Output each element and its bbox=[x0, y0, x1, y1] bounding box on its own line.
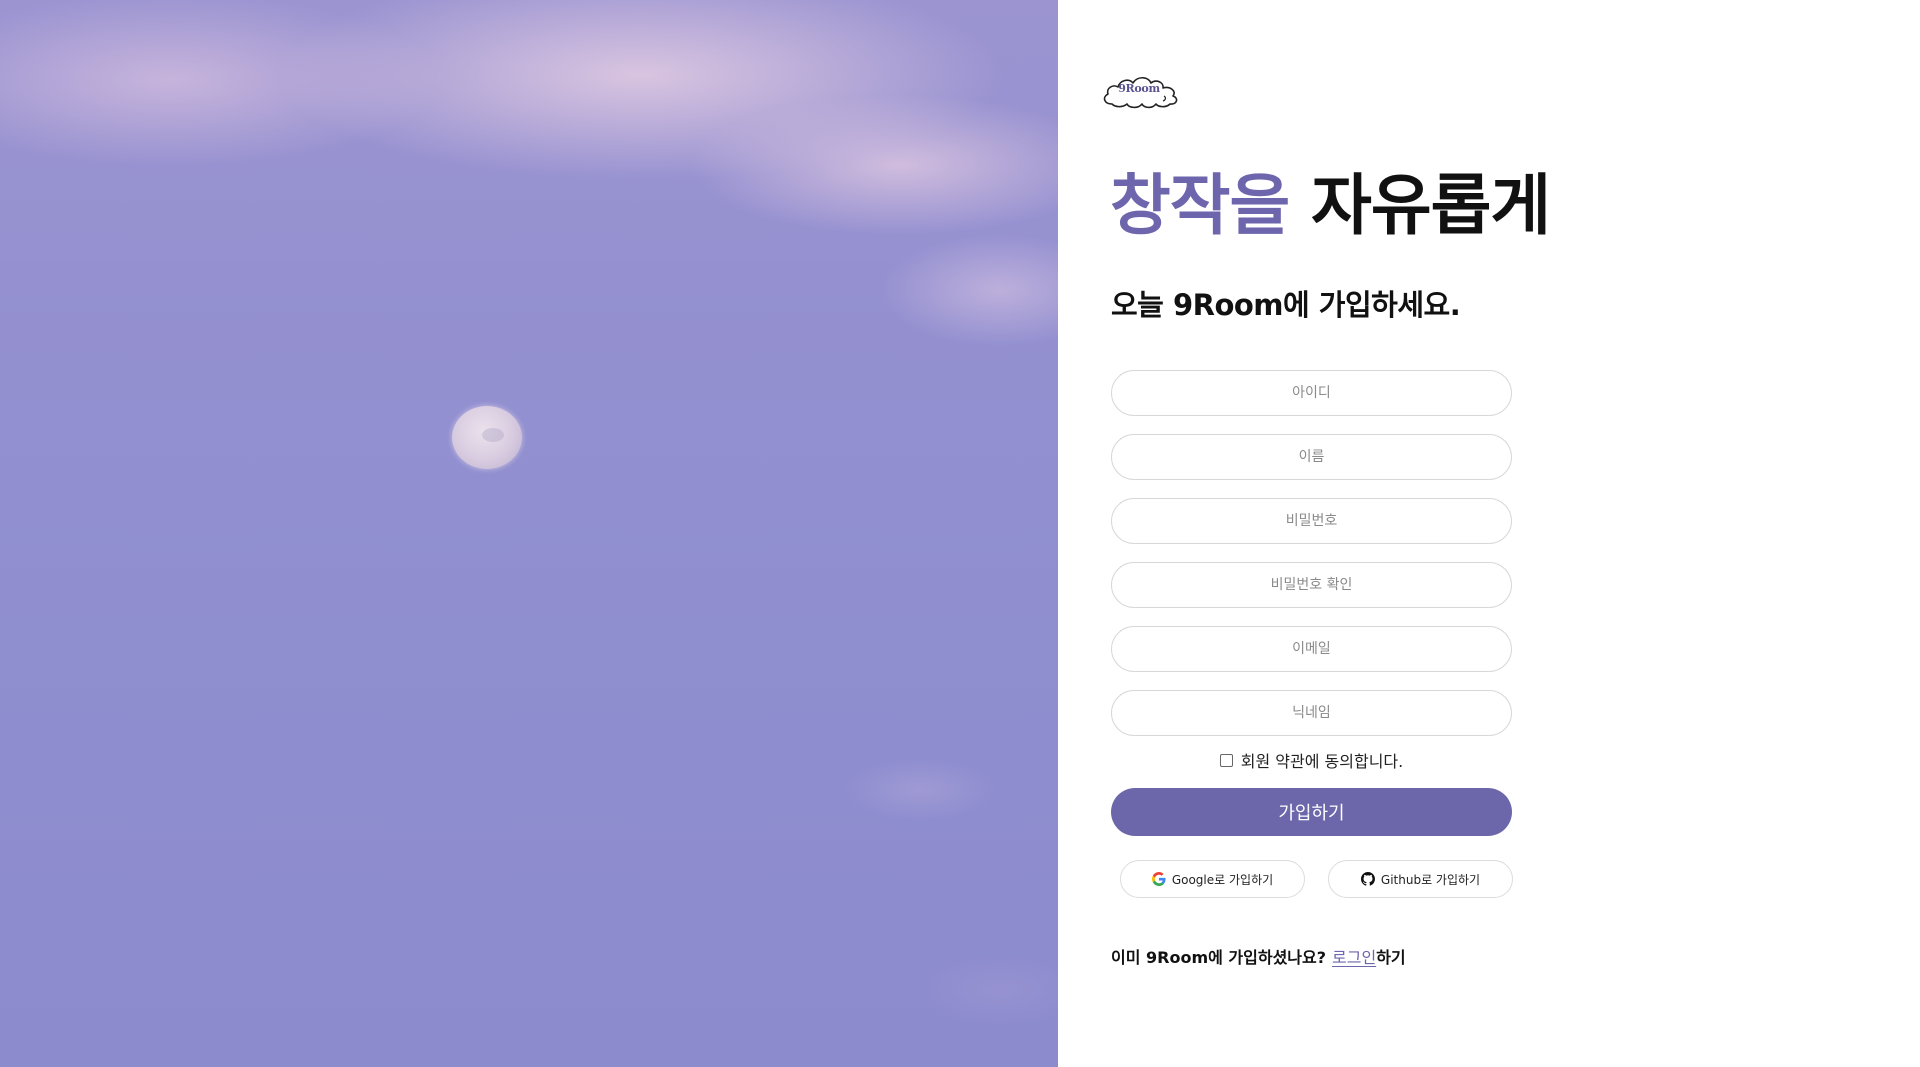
logo[interactable]: 9Room bbox=[1100, 70, 1182, 114]
login-prompt: 이미 9Room에 가입하셨나요? 로그인하기 bbox=[1111, 944, 1406, 968]
google-signup-label: Google로 가입하기 bbox=[1171, 872, 1274, 887]
github-icon bbox=[1360, 872, 1375, 886]
sky-background-image bbox=[0, 0, 1058, 1067]
password-input[interactable] bbox=[1111, 498, 1512, 544]
headline-rest: 자유롭게 bbox=[1311, 167, 1551, 244]
login-prompt-text: 이미 9Room에 가입하셨나요? bbox=[1111, 948, 1327, 967]
nickname-input[interactable] bbox=[1111, 690, 1512, 736]
headline: 창작을 자유롭게 bbox=[1110, 160, 1551, 252]
password-confirm-input[interactable] bbox=[1111, 562, 1512, 608]
github-signup-label: Github로 가입하기 bbox=[1380, 872, 1481, 887]
terms-checkbox[interactable] bbox=[1219, 753, 1233, 767]
login-prompt-suffix: 하기 bbox=[1376, 948, 1406, 967]
logo-text: 9Room bbox=[1118, 82, 1160, 95]
headline-accent: 창작을 bbox=[1110, 167, 1290, 244]
terms-label: 회원 약관에 동의합니다. bbox=[1240, 752, 1404, 771]
email-input[interactable] bbox=[1111, 626, 1512, 672]
signup-button[interactable]: 가입하기 bbox=[1111, 788, 1512, 836]
google-signup-button[interactable]: Google로 가입하기 bbox=[1120, 860, 1305, 898]
signup-page: 9Room 창작을 자유롭게 오늘 9Room에 가입하세요. 회원 약관에 동… bbox=[0, 0, 1920, 1067]
google-icon bbox=[1151, 872, 1166, 886]
signup-panel: 9Room 창작을 자유롭게 오늘 9Room에 가입하세요. 회원 약관에 동… bbox=[1058, 0, 1920, 1067]
github-signup-button[interactable]: Github로 가입하기 bbox=[1328, 860, 1513, 898]
name-input[interactable] bbox=[1111, 434, 1512, 480]
subheading: 오늘 9Room에 가입하세요. bbox=[1111, 288, 1461, 322]
terms-agreement[interactable]: 회원 약관에 동의합니다. bbox=[1111, 748, 1512, 772]
username-input[interactable] bbox=[1111, 370, 1512, 416]
login-link[interactable]: 로그인 bbox=[1332, 948, 1376, 967]
moon-image bbox=[452, 406, 522, 469]
